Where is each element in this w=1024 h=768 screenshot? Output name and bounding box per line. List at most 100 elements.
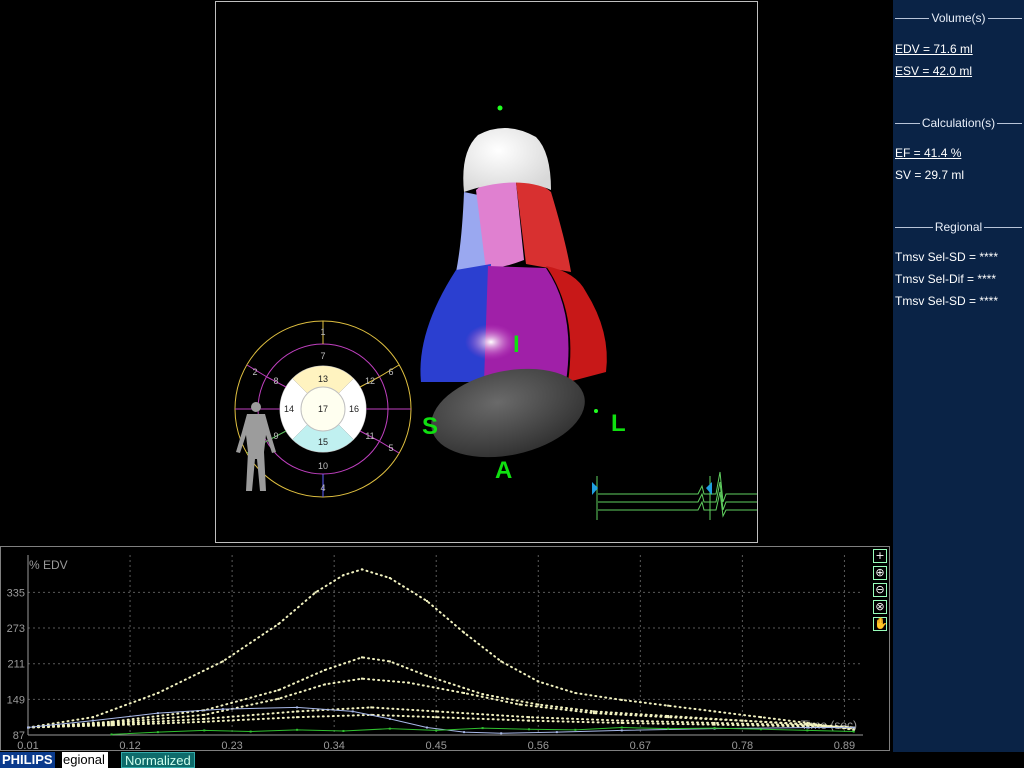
series-1-point — [277, 689, 280, 692]
edv-value[interactable]: EDV = 71.6 ml — [895, 42, 973, 56]
series-6-point — [806, 729, 809, 732]
y-tick-label: 273 — [7, 623, 25, 635]
series-5-point — [388, 717, 391, 720]
series-4-point — [296, 716, 299, 719]
bullseye-seg-15: 15 — [318, 437, 328, 447]
add-icon[interactable]: + — [873, 549, 887, 563]
series-3-point — [620, 719, 623, 722]
x-tick-label: 0.12 — [119, 740, 140, 750]
series-5-point — [500, 732, 503, 735]
series-1-point — [323, 669, 326, 672]
bullseye-seg-4: 4 — [320, 483, 325, 493]
tab-normalized[interactable]: Normalized — [121, 752, 195, 768]
series-3-point — [435, 710, 438, 713]
series-6-point — [852, 730, 855, 733]
zoom-reset-icon[interactable]: ⊗ — [873, 600, 887, 614]
series-0-point — [574, 692, 577, 695]
volumes-section-header: Volume(s) — [893, 11, 1024, 25]
series-4-point — [435, 716, 438, 719]
series-5-point — [296, 706, 299, 709]
series-6-point — [620, 726, 623, 729]
bullseye-seg-7: 7 — [320, 351, 325, 361]
body-figure-icon — [236, 402, 276, 491]
series-6-point — [759, 728, 762, 731]
series-6-point — [110, 733, 113, 736]
results-panel: Volume(s) EDV = 71.6 ml ESV = 42.0 ml Ca… — [893, 0, 1024, 768]
series-0-point — [156, 692, 159, 695]
calc-section-header: Calculation(s) — [893, 116, 1024, 130]
series-6-point — [435, 729, 438, 732]
esv-value[interactable]: ESV = 42.0 ml — [895, 64, 972, 78]
x-tick-label: 0.89 — [834, 740, 855, 750]
y-tick-label: 335 — [7, 587, 25, 599]
x-tick-label: 0.56 — [528, 740, 549, 750]
series-6-point — [528, 728, 530, 731]
ef-value[interactable]: EF = 41.4 % — [895, 146, 961, 160]
series-5-point — [620, 729, 623, 732]
orientation-label-anterior: A — [495, 457, 512, 484]
series-0-point — [500, 660, 503, 663]
bullseye-seg-13: 13 — [318, 374, 328, 384]
series-6-point — [388, 727, 391, 730]
series-6-point — [667, 727, 670, 730]
series-4-point — [110, 724, 113, 727]
series-6-point — [249, 730, 252, 733]
series-0-point — [620, 698, 623, 701]
series-0-point — [713, 710, 716, 713]
series-line-2 — [27, 677, 855, 730]
series-5-point — [351, 710, 354, 713]
series-2-point — [667, 716, 670, 719]
x-tick-label: 0.34 — [323, 740, 344, 750]
volume-curve-graph[interactable]: 87 149 211 273 335 0.01 0.12 0.23 0.34 0.45 0.56 0.… — [0, 546, 890, 751]
y-axis-label: % EDV — [29, 558, 68, 572]
tmsv-sel-sd-2-value: Tmsv Sel-SD = **** — [895, 294, 999, 308]
series-0-point — [361, 568, 363, 571]
series-0-point — [425, 600, 428, 603]
series-1-point — [592, 710, 595, 713]
series-1-point — [537, 703, 540, 706]
series-3-point — [528, 716, 530, 719]
y-tick-label: 149 — [7, 694, 25, 706]
x-tick-label: 0.01 — [17, 740, 38, 750]
x-tick-label: 0.23 — [221, 740, 242, 750]
series-1-point — [388, 660, 391, 663]
series-2-point — [407, 681, 410, 684]
pan-hand-icon[interactable]: ✋ — [873, 617, 888, 631]
series-5-point — [463, 731, 466, 734]
series-5-point — [221, 708, 224, 711]
3d-lv-viewport[interactable]: I S L A 1 2 4 5 6 7 8 9 10 11 12 13 14 1… — [215, 1, 758, 543]
series-5-point — [425, 726, 428, 729]
lv-apex-cap — [463, 127, 551, 192]
x-tick-label: 0.67 — [630, 740, 651, 750]
orientation-label-lateral: L — [611, 410, 626, 437]
series-5-point — [555, 731, 558, 734]
tab-regional[interactable]: egional — [62, 752, 108, 768]
series-6-point — [574, 728, 577, 731]
bullseye-seg-2: 2 — [252, 367, 257, 377]
lv-segment-blue-lower — [420, 264, 491, 382]
series-2-point — [518, 703, 521, 706]
bullseye-seg-12: 12 — [365, 376, 375, 386]
series-5-point — [806, 726, 809, 729]
lv-segment-magenta — [484, 266, 569, 382]
bullseye-seg-9: 9 — [273, 431, 278, 441]
series-line-1 — [27, 656, 855, 729]
series-3-point — [203, 717, 206, 720]
zoom-out-icon[interactable]: ⊖ — [873, 583, 887, 597]
series-6-point — [203, 729, 206, 732]
series-0-point — [463, 631, 466, 634]
series-0-point — [667, 704, 670, 707]
bullseye-seg-10: 10 — [318, 461, 328, 471]
series-2-point — [592, 712, 595, 715]
orientation-label-inferior: I — [513, 331, 520, 358]
zoom-in-icon[interactable]: ⊕ — [873, 566, 887, 580]
bullseye-seg-17: 17 — [318, 404, 328, 414]
bullseye-seg-6: 6 — [388, 367, 393, 377]
series-2-point — [463, 692, 466, 695]
series-0-point — [537, 680, 540, 683]
ecg-trace — [592, 471, 757, 520]
calc-header-text: Calculation(s) — [919, 116, 998, 130]
lv-model-svg: I S L A 1 2 4 5 6 7 8 9 10 11 12 13 14 1… — [234, 105, 757, 520]
series-4-point — [203, 720, 206, 723]
series-3-point — [370, 706, 373, 709]
